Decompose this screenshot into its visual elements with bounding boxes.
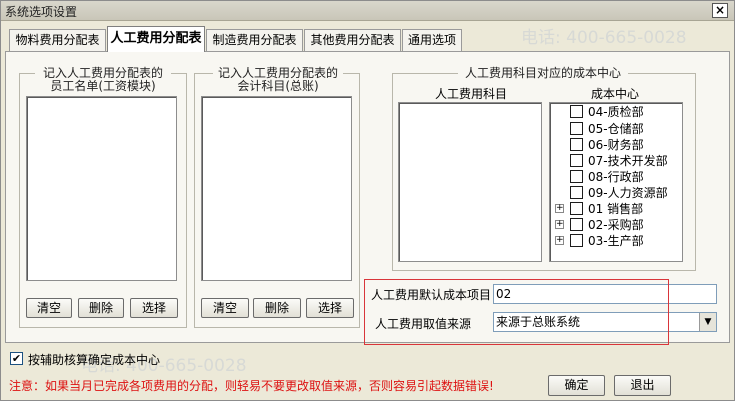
labor-account-header: 人工费用科目 xyxy=(434,87,507,101)
tree-item[interactable]: 07-技术开发部 xyxy=(554,153,680,169)
employees-select-button[interactable]: 选择 xyxy=(130,298,178,318)
tree-checkbox[interactable] xyxy=(570,105,583,118)
accounts-title-line2: 会计科目(总账) xyxy=(237,79,319,93)
aux-accounting-label: 按辅助核算确定成本中心 xyxy=(28,353,161,367)
tree-checkbox[interactable] xyxy=(570,122,583,135)
close-button[interactable]: × xyxy=(712,3,728,18)
warning-notice: 注意：如果当月已完成各项费用的分配，则轻易不要更改取值来源，否则容易引起数据错误… xyxy=(9,379,494,393)
tab-material-cost[interactable]: 物料费用分配表 xyxy=(9,29,106,51)
tree-item[interactable]: + 03-生产部 xyxy=(554,233,680,249)
exit-button[interactable]: 退出 xyxy=(614,375,671,396)
accounts-group-title: 记入人工费用分配表的 会计科目(总账) xyxy=(213,67,343,93)
tree-checkbox[interactable] xyxy=(570,138,583,151)
highlight-annotation xyxy=(364,279,669,345)
aux-accounting-checkbox[interactable]: ✔ xyxy=(10,352,23,365)
accounts-delete-button[interactable]: 删除 xyxy=(253,298,301,318)
tree-item-label: 05-仓储部 xyxy=(588,122,644,136)
expand-icon[interactable]: + xyxy=(555,236,564,245)
tab-labor-cost[interactable]: 人工费用分配表 xyxy=(107,26,205,52)
tab-general-options[interactable]: 通用选项 xyxy=(402,29,462,51)
labor-account-list[interactable] xyxy=(398,102,542,262)
tree-checkbox[interactable] xyxy=(570,170,583,183)
tree-item-label: 07-技术开发部 xyxy=(588,154,668,168)
title-bar: 系统选项设置 × xyxy=(1,1,734,21)
tab-manufacturing-cost[interactable]: 制造费用分配表 xyxy=(206,29,303,51)
ok-button[interactable]: 确定 xyxy=(548,375,605,396)
tree-checkbox[interactable] xyxy=(570,234,583,247)
tree-item-label: 01 销售部 xyxy=(588,202,644,216)
tree-item[interactable]: 05-仓储部 xyxy=(554,121,680,137)
tree-item[interactable]: 08-行政部 xyxy=(554,169,680,185)
tree-item-label: 03-生产部 xyxy=(588,234,644,248)
tree-checkbox[interactable] xyxy=(570,202,583,215)
tree-checkbox[interactable] xyxy=(570,154,583,167)
employee-list[interactable] xyxy=(26,96,177,281)
tree-item[interactable]: + 02-采购部 xyxy=(554,217,680,233)
tree-item[interactable]: + 01 销售部 xyxy=(554,201,680,217)
tree-item-label: 08-行政部 xyxy=(588,170,644,184)
tree-item[interactable]: 09-人力资源部 xyxy=(554,185,680,201)
expand-icon[interactable]: + xyxy=(555,220,564,229)
employees-group-title: 记入人工费用分配表的 员工名单(工资模块) xyxy=(35,67,171,93)
watermark-phone: 电话: 400-665-0028 xyxy=(521,28,687,48)
accounts-clear-button[interactable]: 清空 xyxy=(201,298,249,318)
employees-delete-button[interactable]: 删除 xyxy=(78,298,124,318)
employees-clear-button[interactable]: 清空 xyxy=(26,298,72,318)
system-options-dialog: 系统选项设置 × 电话: 400-665-0028 网址: www.chanje… xyxy=(0,0,735,401)
cost-center-tree[interactable]: 04-质检部 05-仓储部 06-财务部 07-技术开发部 08-行政部 09-… xyxy=(549,102,683,262)
tree-item[interactable]: 04-质检部 xyxy=(554,104,680,120)
cost-center-group-title: 人工费用科目对应的成本中心 xyxy=(458,67,628,80)
cost-center-header: 成本中心 xyxy=(590,87,639,101)
tab-other-cost[interactable]: 其他费用分配表 xyxy=(304,29,401,51)
employees-title-line2: 员工名单(工资模块) xyxy=(50,79,156,93)
tree-checkbox[interactable] xyxy=(570,186,583,199)
accounts-select-button[interactable]: 选择 xyxy=(306,298,354,318)
tree-item-label: 04-质检部 xyxy=(588,105,644,119)
tree-item-label: 02-采购部 xyxy=(588,218,644,232)
account-list[interactable] xyxy=(201,96,352,281)
tree-item-label: 09-人力资源部 xyxy=(588,186,668,200)
tree-item[interactable]: 06-财务部 xyxy=(554,137,680,153)
tree-item-label: 06-财务部 xyxy=(588,138,644,152)
tree-checkbox[interactable] xyxy=(570,218,583,231)
expand-icon[interactable]: + xyxy=(555,204,564,213)
window-title: 系统选项设置 xyxy=(5,5,78,19)
chevron-down-icon[interactable]: ▼ xyxy=(699,313,716,331)
